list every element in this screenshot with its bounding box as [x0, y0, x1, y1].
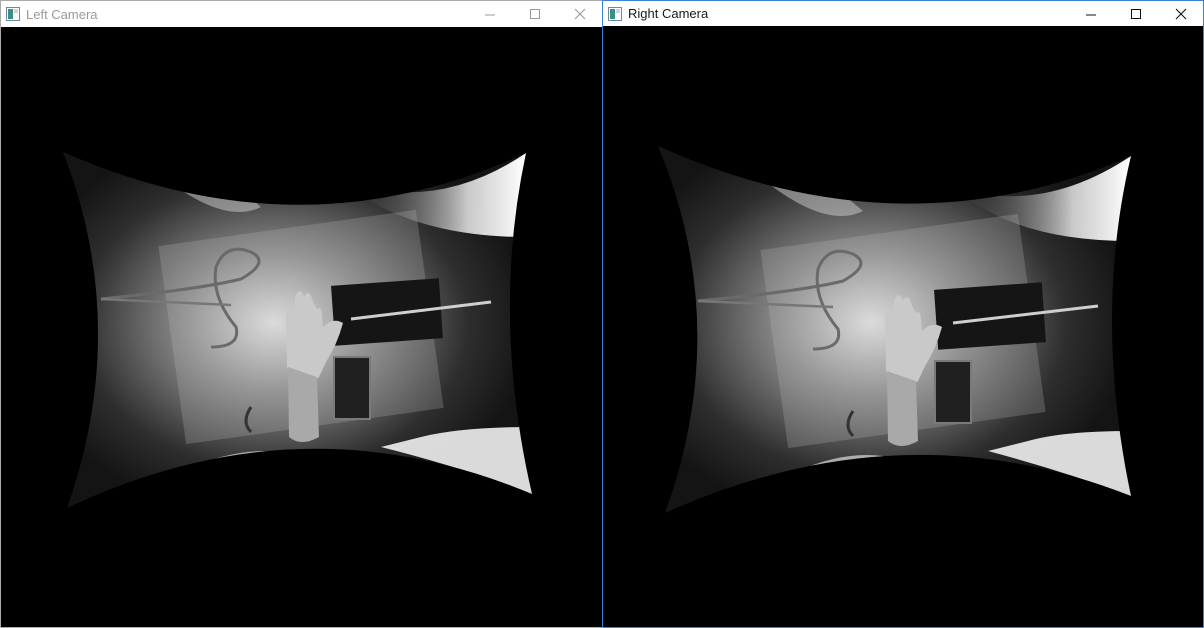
phone: [333, 356, 371, 420]
close-icon: [574, 8, 585, 20]
maximize-button[interactable]: [1113, 1, 1158, 26]
app-window-icon: [6, 7, 20, 21]
minimize-icon: [1085, 14, 1096, 15]
phone: [934, 360, 972, 424]
device-box: [934, 282, 1046, 350]
close-button[interactable]: [1158, 1, 1203, 26]
close-button[interactable]: [557, 1, 602, 27]
camera-view: [603, 26, 1203, 627]
right-camera-titlebar[interactable]: Right Camera: [603, 1, 1203, 26]
minimize-button[interactable]: [467, 1, 512, 27]
close-icon: [1175, 8, 1186, 19]
left-camera-titlebar[interactable]: Left Camera: [1, 1, 602, 27]
app-window-icon: [608, 6, 622, 21]
right-camera-window[interactable]: Right Camera: [602, 0, 1204, 628]
left-camera-window[interactable]: Left Camera: [0, 0, 603, 628]
camera-view: [1, 27, 602, 627]
window-title: Right Camera: [628, 6, 709, 21]
maximize-button[interactable]: [512, 1, 557, 27]
device-box: [331, 278, 443, 346]
rectified-camera-image: [63, 152, 532, 508]
maximize-icon: [1130, 8, 1141, 19]
maximize-icon: [529, 9, 540, 19]
window-title: Left Camera: [26, 6, 98, 22]
minimize-icon: [484, 14, 495, 16]
rectified-camera-image: [658, 146, 1131, 513]
minimize-button[interactable]: [1068, 1, 1113, 26]
